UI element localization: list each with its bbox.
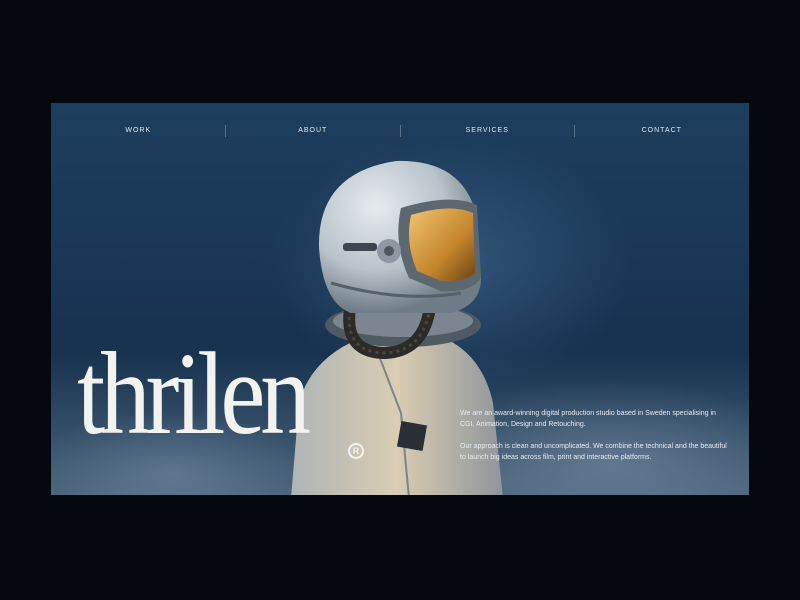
nav-item-about[interactable]: ABOUT [226,121,401,141]
description-paragraph: We are an award-winning digital producti… [460,410,716,428]
description-paragraph: Our approach is clean and uncomplicated.… [460,443,727,461]
nav-divider [574,125,575,137]
studio-description: We are an award-winning digital producti… [460,408,732,474]
brand-wordmark: thrilen [77,328,311,459]
nav-divider [225,125,226,137]
nav-item-contact[interactable]: CONTACT [575,121,750,141]
registered-mark-icon: R [348,443,364,459]
main-navigation: WORK ABOUT SERVICES CONTACT [51,121,749,141]
nav-item-work[interactable]: WORK [51,121,226,141]
hero-section: WORK ABOUT SERVICES CONTACT thrilen R We… [51,103,749,495]
nav-item-services[interactable]: SERVICES [400,121,575,141]
nav-divider [400,125,401,137]
